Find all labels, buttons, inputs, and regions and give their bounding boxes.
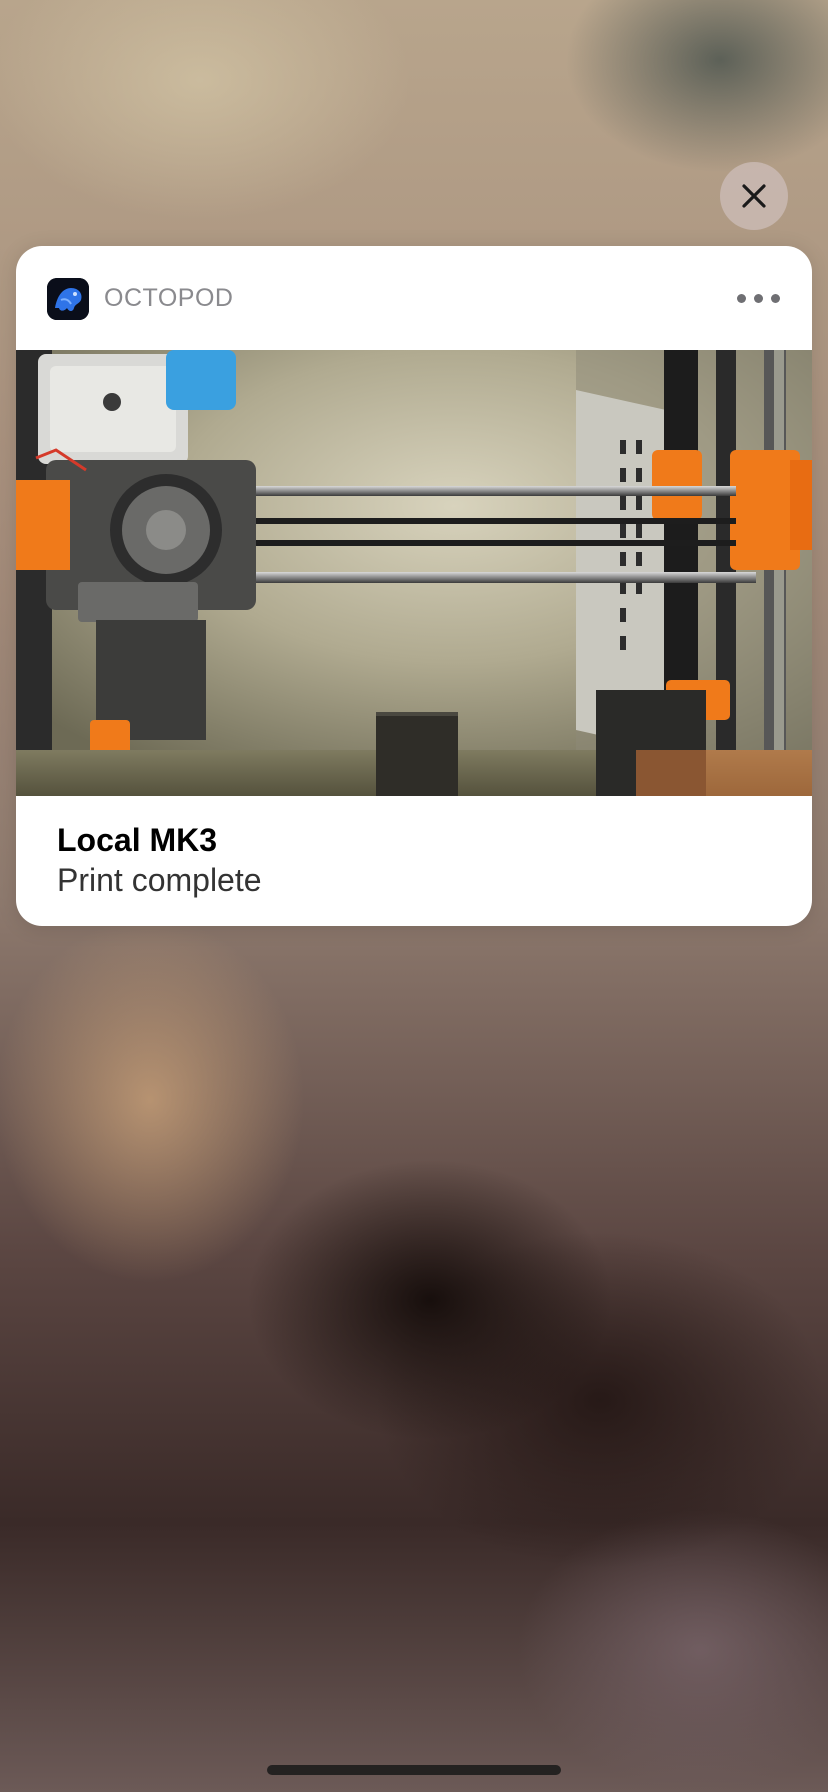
home-indicator[interactable] xyxy=(267,1765,561,1775)
notification-header: OCTOPOD xyxy=(16,246,812,350)
notification-title: Local MK3 xyxy=(57,822,218,858)
app-name: OCTOPOD xyxy=(104,284,234,312)
octopod-app-icon xyxy=(47,278,89,320)
notification-card[interactable]: OCTOPOD Local MK3 Print complete xyxy=(16,246,812,926)
close-button[interactable] xyxy=(720,162,788,230)
notification-body: Print complete xyxy=(57,862,262,898)
close-icon xyxy=(742,184,766,208)
more-options-button[interactable] xyxy=(728,280,788,316)
print-camera-snapshot[interactable] xyxy=(16,350,812,796)
notification-expanded-screen: OCTOPOD Local MK3 Print complete xyxy=(0,0,828,1792)
more-icon xyxy=(736,293,746,303)
